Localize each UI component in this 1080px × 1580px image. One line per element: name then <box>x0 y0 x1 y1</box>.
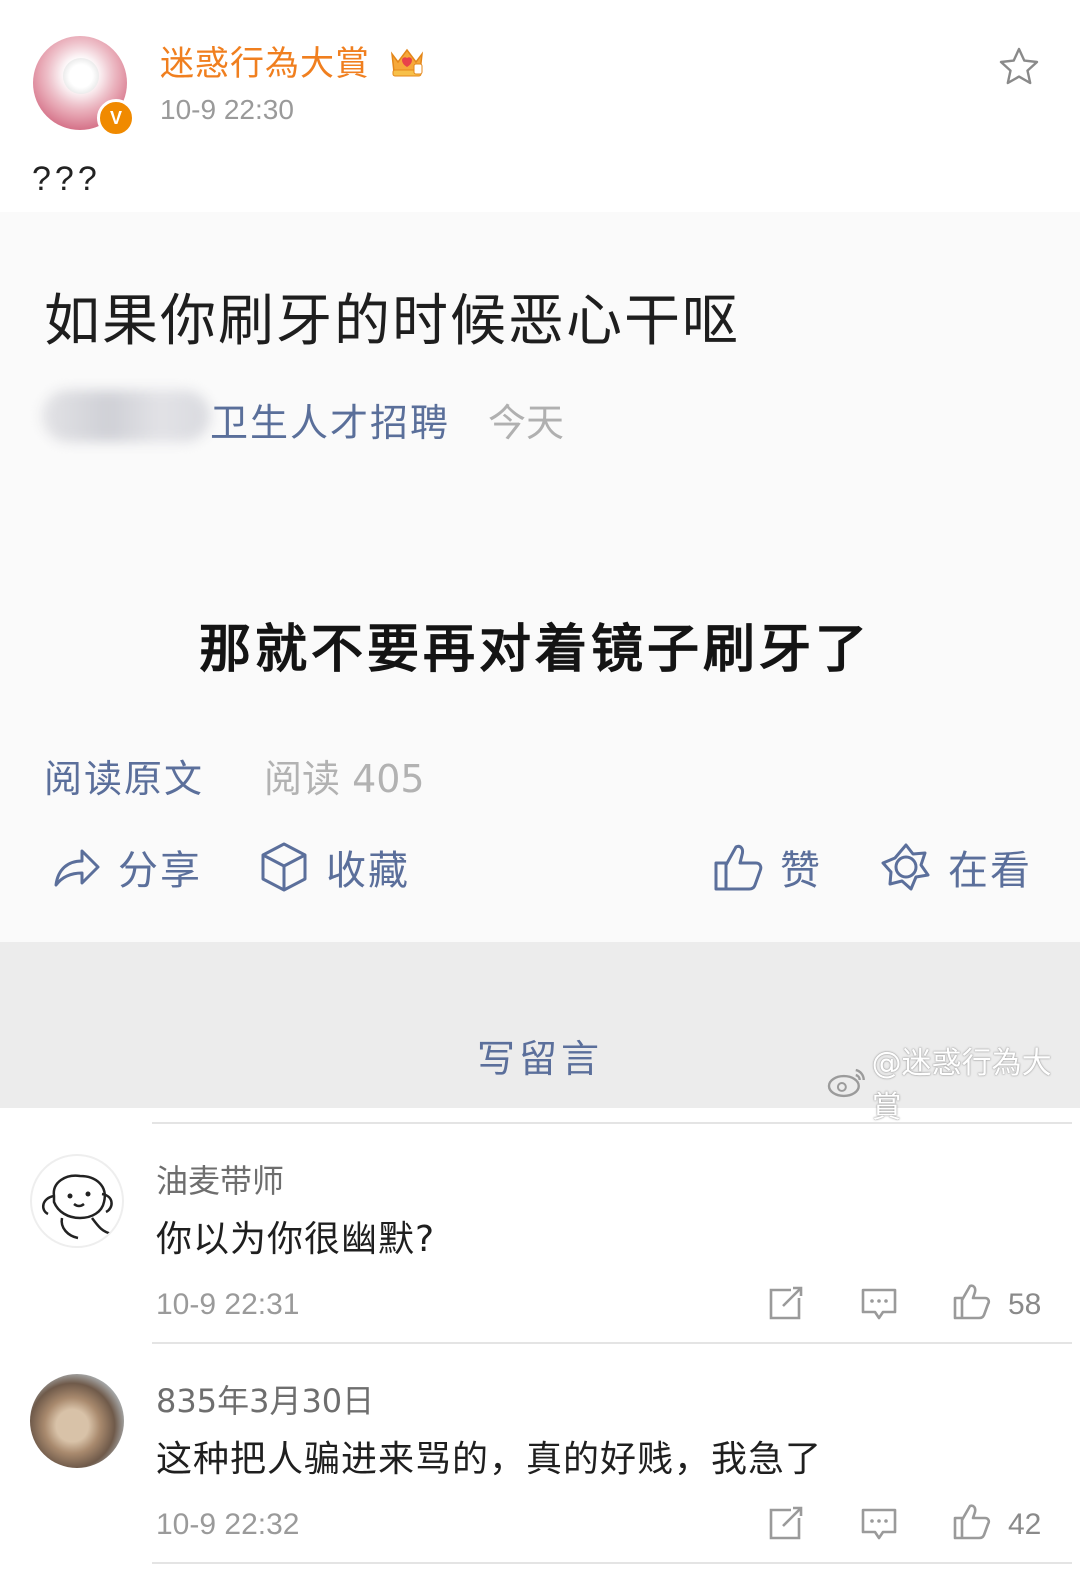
reply-icon[interactable] <box>859 1284 899 1324</box>
article-source-name[interactable]: 卫生人才招聘 <box>210 392 450 447</box>
weibo-post-page: V 迷惑行為大賞 10-9 22:30 ??? 如果你刷牙的时候恶心干呕 卫生人… <box>0 0 1080 1580</box>
repost-icon[interactable] <box>765 1284 805 1324</box>
post-time: 10-9 22:30 <box>160 94 294 125</box>
share-icon <box>54 849 100 887</box>
hexagram-icon <box>881 843 930 891</box>
comment-divider <box>152 1562 1072 1564</box>
read-original-link[interactable]: 阅读原文 <box>44 748 204 803</box>
thumbs-up-icon[interactable] <box>952 1282 992 1322</box>
comment-time: 10-9 22:32 <box>156 1508 300 1541</box>
author-name[interactable]: 迷惑行為大賞 <box>160 36 370 85</box>
blurred-account-name <box>42 390 210 442</box>
comment-time: 10-9 22:31 <box>156 1288 300 1321</box>
repost-icon[interactable] <box>765 1504 805 1544</box>
share-button[interactable]: 分享 <box>48 832 202 902</box>
thumbs-up-icon <box>714 844 763 891</box>
article-title: 如果你刷牙的时候恶心干呕 <box>44 289 740 354</box>
comment-bar: 写留言 @迷惑行為大賞 <box>0 942 1080 1125</box>
share-label: 分享 <box>118 848 202 894</box>
comment-text: 你以为你很幽默? <box>156 1219 436 1260</box>
favorite-label: 收藏 <box>326 848 410 894</box>
article-punchline: 那就不要再对着镜子刷牙了 <box>198 620 871 680</box>
weibo-watermark: @迷惑行為大賞 <box>826 1046 1080 1125</box>
favorite-button[interactable]: 收藏 <box>256 832 410 902</box>
like-label: 赞 <box>780 848 822 894</box>
watching-label: 在看 <box>948 848 1032 894</box>
thumbs-up-icon[interactable] <box>952 1502 992 1542</box>
like-count: 58 <box>1008 1288 1042 1321</box>
crown-icon <box>390 48 424 77</box>
watermark-text: @迷惑行為大賞 <box>871 1046 1052 1125</box>
star-icon[interactable] <box>997 45 1041 89</box>
comment-divider <box>152 1122 1072 1124</box>
comment-text: 这种把人骗进来骂的，真的好贱，我急了 <box>156 1439 823 1480</box>
verified-v-icon: V <box>97 99 135 137</box>
weibo-logo-icon <box>827 1068 865 1098</box>
commenter-avatar[interactable] <box>30 1374 124 1468</box>
shared-article-card[interactable]: 如果你刷牙的时候恶心干呕 卫生人才招聘 今天 那就不要再对着镜子刷牙了 阅读原文… <box>0 212 1080 942</box>
comment-divider <box>152 1342 1072 1344</box>
post-text: ??? <box>32 160 101 198</box>
like-count: 42 <box>1008 1508 1042 1541</box>
article-source-time: 今天 <box>488 401 565 445</box>
post-header: V 迷惑行為大賞 10-9 22:30 <box>0 0 1080 150</box>
commenter-name[interactable]: 油麦带师 <box>156 1156 284 1202</box>
commenter-avatar[interactable] <box>30 1154 124 1248</box>
cube-icon <box>261 842 307 892</box>
cartoon-dog-avatar <box>41 1174 113 1240</box>
reply-icon[interactable] <box>859 1504 899 1544</box>
commenter-name[interactable]: 835年3月30日 <box>156 1376 374 1422</box>
watching-button[interactable]: 在看 <box>878 832 1032 902</box>
read-count: 阅读 405 <box>264 757 425 801</box>
like-button[interactable]: 赞 <box>710 832 822 902</box>
